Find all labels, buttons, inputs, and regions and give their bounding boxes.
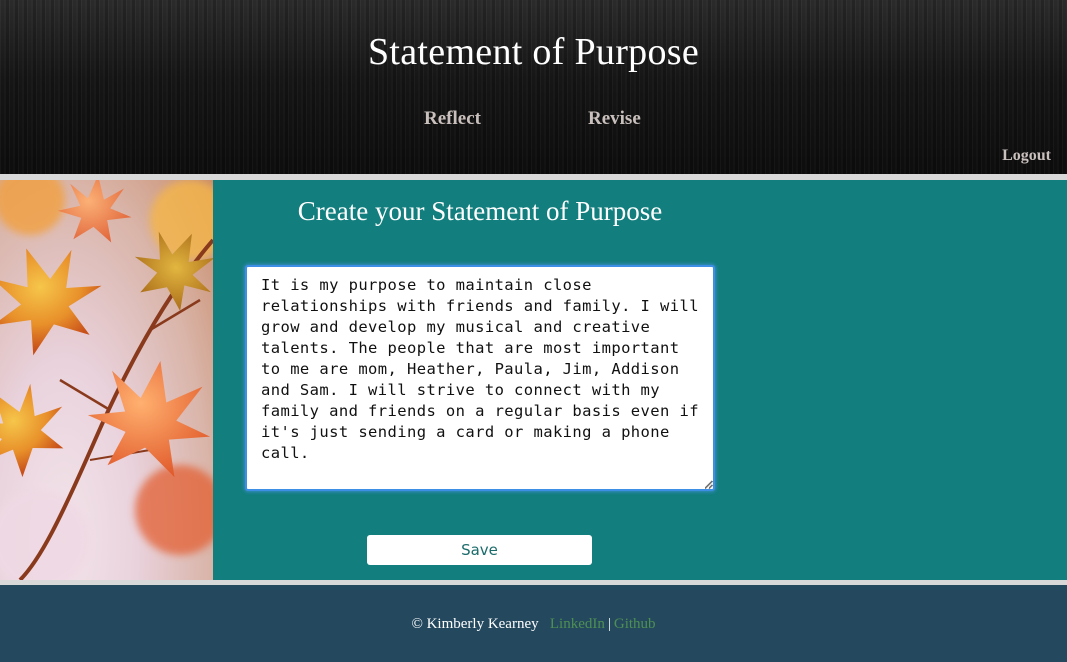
- resize-handle-icon[interactable]: [705, 481, 713, 489]
- autumn-leaves-image: [0, 180, 213, 580]
- maple-leaves-illustration: [0, 180, 213, 580]
- logout-link[interactable]: Logout: [1002, 147, 1051, 165]
- main-content: Create your Statement of Purpose It is m…: [0, 180, 1067, 580]
- github-link[interactable]: Github: [614, 616, 656, 632]
- site-header: Statement of Purpose Reflect Revise Logo…: [0, 0, 1067, 174]
- page-heading: Create your Statement of Purpose: [297, 196, 663, 226]
- nav-link-reflect[interactable]: Reflect: [424, 108, 481, 130]
- statement-textarea[interactable]: It is my purpose to maintain close relat…: [245, 265, 715, 491]
- site-footer: © Kimberly Kearney LinkedIn | Github: [0, 585, 1067, 662]
- copyright-text: © Kimberly Kearney: [411, 616, 539, 632]
- footer-credits: © Kimberly Kearney LinkedIn | Github: [0, 616, 1067, 633]
- site-title: Statement of Purpose: [367, 31, 700, 73]
- linkedin-link[interactable]: LinkedIn: [550, 616, 605, 632]
- footer-separator: |: [607, 616, 611, 632]
- save-button[interactable]: Save: [367, 535, 592, 565]
- nav-link-revise[interactable]: Revise: [588, 108, 641, 130]
